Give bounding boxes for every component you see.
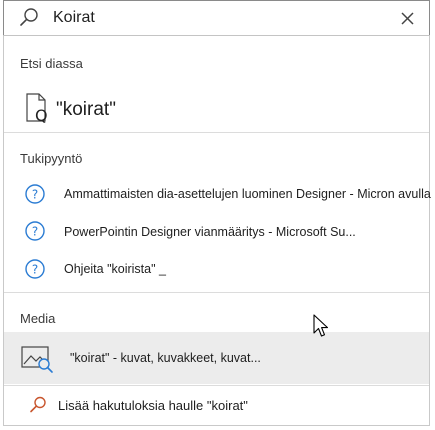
slide-search-result-label: "koirat" — [56, 99, 116, 120]
help-question-icon: ? — [25, 221, 45, 241]
help-question-icon: ? — [25, 259, 45, 279]
help-item[interactable]: ? PowerPointin Designer vianmääritys - M… — [4, 217, 429, 247]
section-title-slide-search: Etsi diassa — [20, 56, 83, 71]
mouse-cursor-icon — [313, 314, 329, 337]
search-results-panel: Etsi diassa Q "koirat" Tukipyyntö ? Amma… — [3, 36, 431, 426]
help-question-icon: ? — [25, 184, 45, 204]
slide-search-result[interactable]: Q "koirat" — [4, 86, 429, 130]
media-item-label: "koirat" - kuvat, kuvakkeet, kuvat... — [70, 351, 261, 365]
help-item[interactable]: ? Ohjeita "koirista" _ — [4, 255, 429, 285]
svg-text:?: ? — [32, 188, 38, 202]
help-item-label: PowerPointin Designer vianmääritys - Mic… — [64, 225, 356, 239]
divider — [4, 385, 429, 386]
more-results-item[interactable]: Lisää hakutuloksia haulle "koirat" — [4, 388, 429, 422]
help-item[interactable]: ? Ammattimaisten dia-asettelujen luomine… — [4, 180, 431, 210]
svg-text:Q: Q — [35, 106, 48, 124]
media-item[interactable]: "koirat" - kuvat, kuvakkeet, kuvat... — [4, 332, 429, 384]
search-icon — [30, 396, 46, 413]
divider — [4, 132, 429, 133]
image-search-icon — [21, 346, 53, 373]
section-title-help: Tukipyyntö — [20, 151, 83, 166]
find-in-slide-icon: Q — [26, 93, 48, 124]
search-input[interactable]: Koirat — [53, 9, 95, 27]
search-icon — [20, 8, 38, 26]
svg-text:?: ? — [32, 263, 38, 277]
divider — [4, 292, 429, 293]
search-bar[interactable]: Koirat — [3, 0, 430, 37]
section-title-media: Media — [20, 311, 56, 326]
help-item-label: Ohjeita "koirista" _ — [64, 262, 166, 276]
svg-text:?: ? — [32, 225, 38, 239]
more-results-label: Lisää hakutuloksia haulle "koirat" — [58, 398, 248, 413]
close-icon[interactable] — [397, 8, 419, 30]
help-item-label: Ammattimaisten dia-asettelujen luominen … — [64, 187, 431, 201]
